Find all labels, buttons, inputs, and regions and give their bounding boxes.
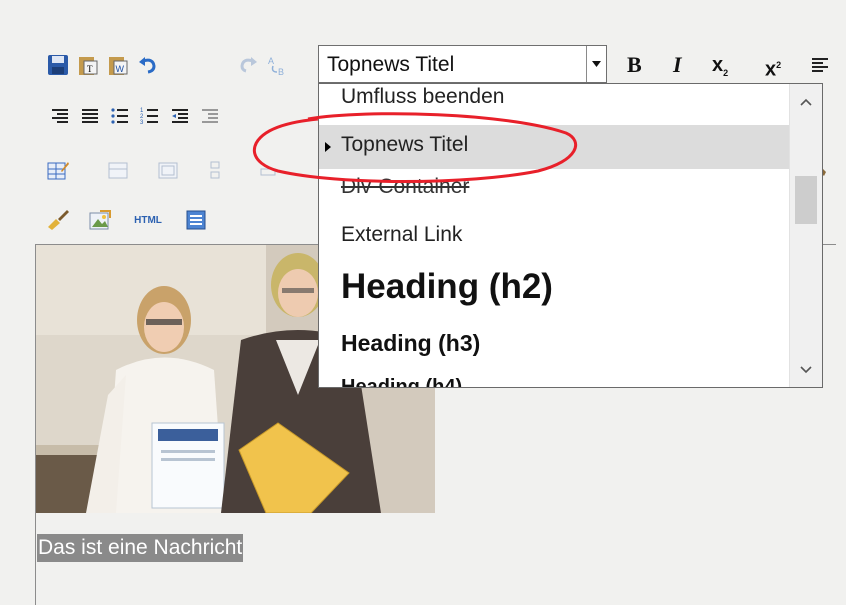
cell-icon <box>108 162 128 179</box>
numbered-list-button[interactable]: 1 2 3 <box>138 104 162 128</box>
save-button[interactable] <box>46 53 70 77</box>
undo-icon <box>139 57 156 74</box>
svg-text:A: A <box>268 56 274 66</box>
news-caption[interactable]: Das ist eine Nachricht <box>37 534 244 562</box>
merge-cells-button[interactable] <box>156 158 180 182</box>
dropdown-item-external-link[interactable]: External Link <box>319 220 791 258</box>
caret-down-icon <box>592 61 601 67</box>
scroll-up-icon[interactable] <box>800 98 812 106</box>
superscript-button[interactable]: x2 <box>765 53 781 82</box>
superscript-mark: 2 <box>776 60 782 70</box>
align-justify-button[interactable] <box>78 104 102 128</box>
clean-brush-icon <box>48 210 69 230</box>
insert-row-button[interactable] <box>206 158 230 182</box>
dropdown-item-label: Heading (h3) <box>341 330 481 356</box>
paste-text-icon: T <box>79 57 98 75</box>
edit-table-button[interactable] <box>46 158 70 182</box>
svg-text:3: 3 <box>140 120 144 126</box>
paste-word-icon: W <box>109 57 128 75</box>
dropdown-scrollbar[interactable] <box>789 84 822 387</box>
indent-button[interactable] <box>198 104 222 128</box>
indent-icon <box>202 109 218 123</box>
subscript-label: x <box>712 54 724 76</box>
outdent-icon <box>172 109 188 123</box>
style-select[interactable]: Topnews Titel <box>318 45 607 83</box>
scroll-down-icon[interactable] <box>800 366 812 374</box>
find-replace-button[interactable]: A B <box>266 53 290 77</box>
html-source-icon: HTML <box>134 214 162 226</box>
italic-button[interactable]: I <box>673 53 682 77</box>
svg-text:B: B <box>278 67 284 76</box>
preview-icon <box>186 210 206 230</box>
dropdown-item-label: Heading (h4) <box>341 376 463 388</box>
style-select-value: Topnews Titel <box>327 53 455 76</box>
find-replace-icon: A B <box>268 56 284 76</box>
scrollbar-thumb[interactable] <box>795 176 817 224</box>
svg-text:W: W <box>116 64 125 74</box>
align-left-icon <box>812 58 828 72</box>
edit-table-icon <box>47 162 69 180</box>
redo-icon <box>240 57 257 73</box>
align-right-icon <box>52 109 68 123</box>
bold-button[interactable]: B <box>627 53 642 77</box>
html-source-button[interactable]: HTML <box>128 208 168 232</box>
svg-text:T: T <box>87 64 93 74</box>
align-justify-icon <box>82 109 98 123</box>
preview-button[interactable] <box>184 208 208 232</box>
cell-properties-button[interactable] <box>106 158 130 182</box>
dropdown-item-heading-h4[interactable]: Heading (h4) <box>319 376 791 388</box>
bullet-list-icon <box>111 108 128 124</box>
clean-button[interactable] <box>46 208 70 232</box>
save-icon <box>48 55 68 75</box>
dropdown-item-heading-h2[interactable]: Heading (h2) <box>319 264 791 316</box>
paste-word-button[interactable]: W <box>106 53 130 77</box>
align-left-button[interactable] <box>808 53 832 77</box>
outdent-button[interactable] <box>168 104 192 128</box>
image-icon <box>89 210 111 230</box>
superscript-label: x <box>765 58 777 81</box>
dropdown-item-label: Heading (h2) <box>341 267 553 306</box>
merge-cells-icon <box>158 162 178 179</box>
subscript-mark: 2 <box>723 68 729 78</box>
paste-text-button[interactable]: T <box>76 53 100 77</box>
style-select-arrow[interactable] <box>586 46 606 82</box>
numbered-list-icon: 1 2 3 <box>140 108 158 126</box>
undo-button[interactable] <box>136 53 160 77</box>
dropdown-item-label: External Link <box>341 223 463 246</box>
redo-button[interactable] <box>236 53 260 77</box>
insert-image-button[interactable] <box>88 208 112 232</box>
annotation-circle <box>252 112 577 183</box>
insert-row-icon <box>210 161 220 179</box>
subscript-button[interactable]: x2 <box>712 53 728 85</box>
bullet-list-button[interactable] <box>108 104 132 128</box>
align-right-button[interactable] <box>48 104 72 128</box>
dropdown-item-heading-h3[interactable]: Heading (h3) <box>319 328 791 366</box>
